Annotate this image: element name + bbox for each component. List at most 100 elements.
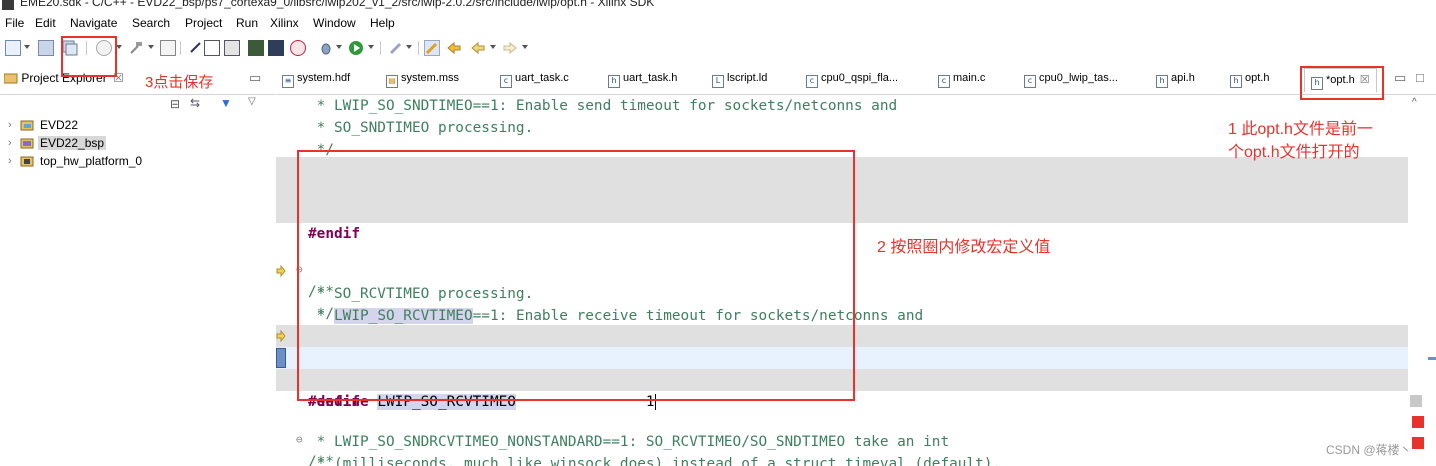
- menu-project[interactable]: Project: [185, 16, 222, 30]
- menu-window[interactable]: Window: [313, 16, 356, 30]
- tab-label: *opt.h: [1326, 74, 1355, 86]
- search-marker-icon: [276, 328, 286, 346]
- hammer-dropdown-icon[interactable]: [148, 45, 154, 49]
- link-with-editor-icon[interactable]: ⇆: [190, 96, 200, 110]
- code-line: * SO_RCVTIMEO processing.: [276, 283, 1408, 305]
- tab-opt-h-modified[interactable]: h *opt.h ☒: [1304, 68, 1377, 92]
- hdf-file-icon: ≡: [282, 75, 294, 88]
- build-icon[interactable]: [96, 40, 112, 56]
- xilinx-tool-icon[interactable]: [248, 40, 264, 56]
- scroll-thumb[interactable]: [1410, 317, 1416, 391]
- code-line: * LWIP_SO_SNDRCVTIMEO_NONSTANDARD==1: SO…: [276, 431, 1408, 453]
- program-fpga-icon[interactable]: [224, 40, 240, 56]
- forward-icon[interactable]: [502, 40, 518, 56]
- view-menu-icon[interactable]: ▽: [248, 96, 256, 107]
- code-line: #define LWIP_SO_SNDTIMEO 1: [276, 179, 1408, 220]
- minimize-icon[interactable]: ▭: [249, 70, 261, 86]
- tab-uart-task-h[interactable]: h uart_task.h: [608, 72, 677, 88]
- code-text: * SO_SNDTIMEO processing.: [308, 120, 534, 136]
- code-line: #if !defined LWIP_SO_RCVTIMEO || defined…: [276, 325, 1408, 388]
- current-code-line: #define LWIP_SO_RCVTIMEO 1: [276, 347, 1408, 410]
- menu-edit[interactable]: Edit: [35, 16, 56, 30]
- terminal-icon[interactable]: [188, 40, 204, 56]
- code-text: */: [308, 306, 334, 322]
- forward-dropdown-icon[interactable]: [522, 45, 528, 49]
- h-file-icon: h: [1311, 77, 1323, 90]
- build-dropdown-icon[interactable]: [116, 45, 122, 49]
- c-file-icon: c: [806, 75, 818, 88]
- project-explorer-tab[interactable]: Project Explorer ☒: [3, 71, 124, 85]
- code-line: #endif: [276, 369, 1408, 410]
- error-overview-marker: [1412, 416, 1424, 428]
- close-icon[interactable]: ☒: [113, 71, 124, 85]
- code-line: */: [276, 303, 1408, 325]
- expand-icon[interactable]: ›: [8, 137, 12, 149]
- hammer-icon[interactable]: [128, 40, 144, 56]
- tab-cpu0-qspi-flash[interactable]: c cpu0_qspi_fla...: [806, 72, 898, 88]
- save-annotation: 3点击保存: [145, 74, 214, 91]
- menu-search[interactable]: Search: [132, 16, 170, 30]
- external-tools-icon[interactable]: [388, 40, 404, 56]
- menu-navigate[interactable]: Navigate: [70, 16, 117, 30]
- menu-run[interactable]: Run: [236, 16, 258, 30]
- tab-lscript-ld[interactable]: Llscript.ld: [712, 72, 767, 88]
- back-icon[interactable]: [470, 40, 486, 56]
- toolbar-separator: [418, 41, 419, 55]
- last-edit-location-icon[interactable]: [446, 40, 462, 56]
- tab-uart-task-c[interactable]: c uart_task.c: [500, 72, 569, 88]
- tab-system-mss[interactable]: ▤ system.mss: [386, 72, 459, 88]
- tree-item-label: EVD22: [40, 118, 79, 132]
- tab-opt-h[interactable]: h opt.h: [1230, 72, 1269, 88]
- h-file-icon: h: [1156, 75, 1168, 88]
- title-bar: EME20.sdk - C/C++ - EVD22_bsp/ps7_cortex…: [0, 0, 1436, 12]
- close-tab-icon[interactable]: ☒: [1360, 74, 1370, 86]
- tab-system-hdf[interactable]: ≡ system.hdf: [282, 72, 350, 88]
- debug-dropdown-icon[interactable]: [336, 45, 342, 49]
- filter-icon[interactable]: ▼: [220, 96, 232, 110]
- editor-scrollbar[interactable]: ^: [1408, 95, 1436, 466]
- error-overview-marker: [1412, 437, 1424, 449]
- opt-note-line1: 1 此opt.h文件是前一: [1228, 121, 1373, 138]
- tab-label: api.h: [1171, 72, 1195, 84]
- new-dropdown-icon[interactable]: [24, 45, 30, 49]
- linker-file-icon: L: [712, 75, 724, 88]
- code-line: * (milliseconds, much like winsock does)…: [276, 453, 1408, 466]
- code-line: #endif: [276, 201, 1408, 242]
- console-icon[interactable]: [204, 40, 220, 56]
- code-text: * LWIP_SO_SNDRCVTIMEO_NONSTANDARD==1: SO…: [308, 434, 950, 450]
- expand-icon[interactable]: ›: [8, 155, 12, 167]
- run-dropdown-icon[interactable]: [368, 45, 374, 49]
- h-file-icon: h: [608, 75, 620, 88]
- back-dropdown-icon[interactable]: [490, 45, 496, 49]
- tab-main-c[interactable]: c main.c: [938, 72, 985, 88]
- maximize-icon[interactable]: □: [1416, 70, 1424, 85]
- tab-api-h[interactable]: h api.h: [1156, 72, 1195, 88]
- target-icon[interactable]: [290, 40, 306, 56]
- minimize-icon[interactable]: ▭: [1394, 70, 1406, 86]
- toggle-mark-occurrences-icon[interactable]: [424, 40, 440, 56]
- code-line: ⊖ /**: [276, 407, 1408, 466]
- toolbar-separator: [180, 41, 181, 55]
- save-icon[interactable]: [38, 40, 54, 56]
- modify-annotation: 2 按照圈内修改宏定义值: [877, 239, 1051, 256]
- tab-cpu0-lwip-task[interactable]: c cpu0_lwip_tas...: [1024, 72, 1118, 88]
- hardware-platform-icon: [20, 156, 34, 167]
- code-text: * LWIP_SO_SNDTIMEO==1: Enable send timeo…: [308, 98, 898, 114]
- external-tools-dropdown-icon[interactable]: [406, 45, 412, 49]
- new-icon[interactable]: [5, 40, 21, 56]
- menu-xilinx[interactable]: Xilinx: [270, 16, 299, 30]
- tab-label: uart_task.h: [623, 72, 678, 84]
- save-all-icon[interactable]: [62, 40, 78, 56]
- run-icon[interactable]: [348, 40, 364, 56]
- expand-icon[interactable]: ›: [8, 119, 12, 131]
- watermark: CSDN @蒋楼丶: [1326, 443, 1412, 457]
- debug-config-icon[interactable]: [160, 40, 176, 56]
- menu-help[interactable]: Help: [370, 16, 395, 30]
- collapse-all-icon[interactable]: ⊟: [170, 97, 180, 111]
- bug-icon[interactable]: [318, 40, 334, 56]
- sdk-terminal-icon[interactable]: [268, 40, 284, 56]
- tab-label: cpu0_lwip_tas...: [1039, 72, 1118, 84]
- scroll-up-icon[interactable]: ^: [1412, 97, 1417, 108]
- menu-file[interactable]: File: [5, 16, 24, 30]
- tab-label: cpu0_qspi_fla...: [821, 72, 899, 84]
